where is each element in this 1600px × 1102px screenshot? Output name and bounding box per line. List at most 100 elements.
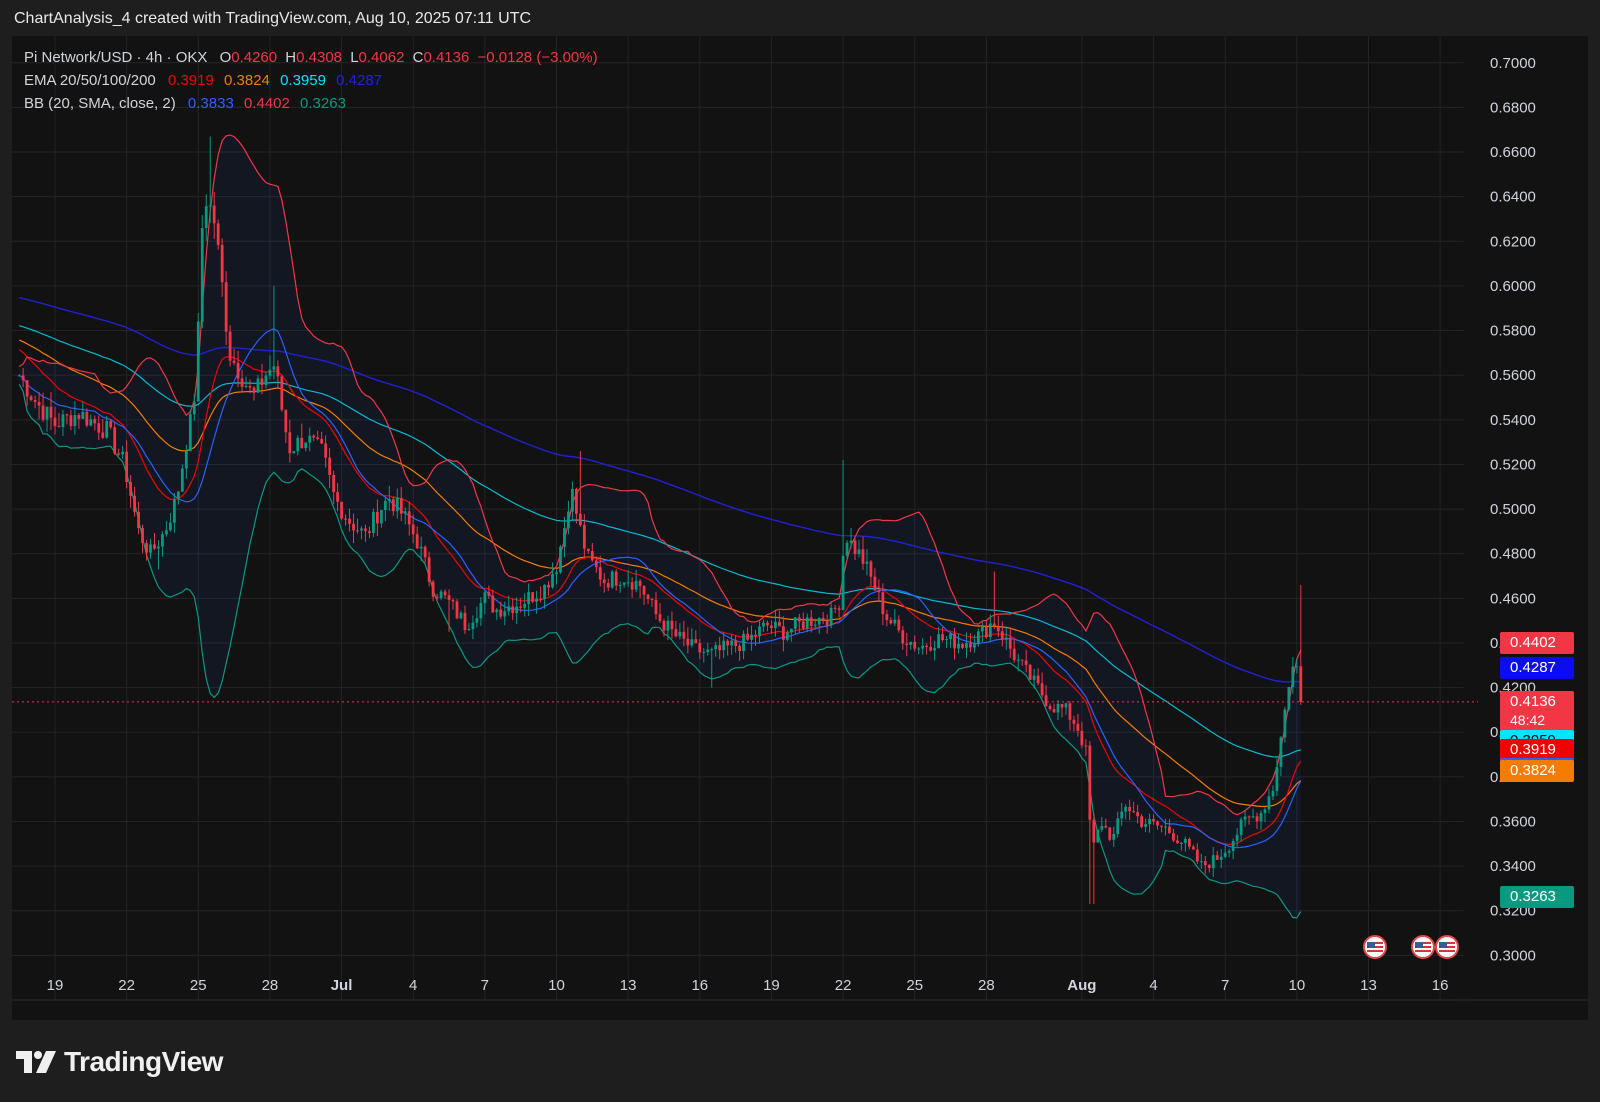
candle-body <box>650 599 654 601</box>
candle-body <box>137 511 140 529</box>
candle-body <box>949 633 952 640</box>
bb-upper-value: 0.4402 <box>243 95 290 112</box>
candle-body <box>85 411 89 426</box>
candle-body <box>610 571 614 588</box>
candle-body <box>1088 745 1092 820</box>
price-axis-tick-label: 0.6000 <box>1490 278 1536 295</box>
time-axis-tick-label: 19 <box>47 977 64 994</box>
candle-body <box>590 550 594 561</box>
candle-body <box>1056 703 1060 713</box>
candle-body <box>129 482 133 496</box>
candle-body <box>29 396 33 400</box>
candle-body <box>953 633 956 649</box>
candle-body <box>161 534 164 547</box>
candle-body <box>57 426 61 428</box>
candle-body <box>280 376 284 410</box>
candle-body <box>634 580 638 590</box>
legend-ema-row[interactable]: EMA 20/50/100/200 0.3919 0.3824 0.3959 0… <box>24 69 604 92</box>
price-axis-tick-label: 0.3000 <box>1490 947 1536 964</box>
candle-body <box>252 387 256 393</box>
chart-pane[interactable]: 0.30000.32000.34000.36000.38000.40000.42… <box>12 36 1588 1020</box>
candle-body <box>89 419 93 426</box>
candle-body <box>93 419 97 424</box>
candle-body <box>698 643 702 653</box>
candle-body <box>789 628 793 633</box>
candle-body <box>980 626 984 632</box>
candle-body <box>479 603 483 619</box>
symbol-label[interactable]: Pi Network/USD · 4h · OKX <box>24 49 207 66</box>
candle-body <box>192 401 196 415</box>
candle-body <box>459 612 463 619</box>
candle-body <box>1012 648 1016 661</box>
candle-body <box>21 375 25 381</box>
time-axis-tick-label: 25 <box>190 977 207 994</box>
candle-body <box>1116 818 1120 834</box>
candle-body <box>276 366 280 377</box>
candle-body <box>973 644 976 648</box>
candle-body <box>750 634 753 640</box>
candle-body <box>678 631 682 637</box>
candle-body <box>320 438 324 444</box>
candle-body <box>614 571 618 586</box>
price-tag: 0.3263 <box>1500 885 1574 908</box>
candle-body <box>674 629 678 637</box>
candle-body <box>125 451 129 483</box>
candle-body <box>324 443 328 458</box>
candle-body <box>419 546 423 549</box>
price-chart[interactable]: 0.30000.32000.34000.36000.38000.40000.42… <box>12 36 1588 1020</box>
candle-body <box>905 643 909 645</box>
candle-body <box>563 528 566 547</box>
candle-body <box>622 582 626 585</box>
candle-body <box>157 546 160 549</box>
candle-body <box>268 369 272 376</box>
candle-body <box>1008 637 1012 649</box>
bollinger-band-fill <box>19 135 1301 918</box>
candle-body <box>933 648 937 651</box>
us-flag-event-icon[interactable] <box>1411 935 1435 959</box>
candle-body <box>109 421 113 428</box>
candle-body <box>173 499 176 523</box>
candle-body <box>483 592 487 604</box>
candle-body <box>1203 861 1207 866</box>
candle-body <box>423 546 427 558</box>
bar-countdown: 48:42 <box>1500 708 1574 731</box>
candle-body <box>176 491 180 500</box>
candle-body <box>224 282 228 332</box>
candle-body <box>706 649 710 653</box>
candle-body <box>391 499 395 512</box>
time-axis-tick-label: 7 <box>1221 977 1229 994</box>
candle-body <box>228 331 232 361</box>
candle-body <box>754 634 757 637</box>
candle-body <box>435 596 439 599</box>
candle-body <box>598 567 602 580</box>
price-tag: 0.4287 <box>1500 657 1574 680</box>
time-axis-tick-label: 16 <box>691 977 708 994</box>
price-axis-tick-label: 0.6600 <box>1490 144 1536 161</box>
candle-body <box>1016 659 1020 661</box>
price-axis-tick-label: 0.3400 <box>1490 858 1536 875</box>
candle-body <box>885 614 889 620</box>
candle-body <box>451 599 455 602</box>
candle-body <box>1227 850 1231 853</box>
ema-label: EMA 20/50/100/200 <box>24 72 156 89</box>
tradingview-logo[interactable]: TradingView <box>16 1046 223 1078</box>
time-axis-tick-label: 19 <box>763 977 780 994</box>
candle-body <box>1263 809 1267 814</box>
candle-body <box>829 607 833 626</box>
candle-body <box>527 592 531 604</box>
candle-body <box>582 525 586 549</box>
candle-body <box>1180 842 1183 844</box>
candle-body <box>1148 819 1151 825</box>
candle-body <box>1283 709 1287 738</box>
us-flag-event-icon[interactable] <box>1435 935 1459 959</box>
legend-bb-row[interactable]: BB (20, SMA, close, 2) 0.3833 0.4402 0.3… <box>24 92 604 115</box>
ema20-value: 0.3919 <box>167 72 214 89</box>
legend-ohlc-row[interactable]: Pi Network/USD · 4h · OKX O0.4260 H0.430… <box>24 46 604 69</box>
us-flag-event-icon[interactable] <box>1363 935 1387 959</box>
candle-body <box>770 625 773 629</box>
candle-body <box>61 414 65 428</box>
candle-body <box>1215 855 1219 860</box>
candle-body <box>877 590 881 593</box>
candle-body <box>1251 816 1255 818</box>
time-axis-tick-label: 25 <box>906 977 923 994</box>
